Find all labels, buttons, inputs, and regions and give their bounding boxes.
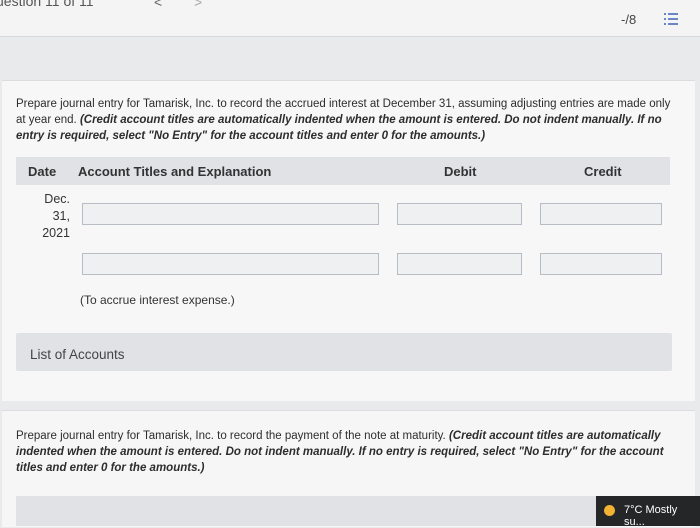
sun-icon bbox=[604, 505, 615, 516]
credit-input-row1[interactable] bbox=[540, 203, 662, 225]
part2-prompt: Prepare journal entry for Tamarisk, Inc.… bbox=[16, 428, 684, 476]
previous-question-button[interactable]: < bbox=[154, 0, 162, 10]
part2-prompt-text: Prepare journal entry for Tamarisk, Inc.… bbox=[16, 430, 446, 442]
taskbar-weather[interactable]: 7°C Mostly su... bbox=[596, 496, 700, 528]
date-year: 2021 bbox=[42, 226, 70, 240]
account-title-input-row2[interactable] bbox=[82, 253, 379, 275]
next-question-button[interactable]: > bbox=[194, 0, 202, 10]
journal-table-header: Date Account Titles and Explanation Debi… bbox=[16, 157, 670, 185]
column-account-titles: Account Titles and Explanation bbox=[78, 164, 272, 179]
entry-explanation: (To accrue interest expense.) bbox=[80, 293, 235, 307]
date-day: 31, bbox=[52, 209, 70, 223]
column-date: Date bbox=[28, 164, 57, 179]
column-debit: Debit bbox=[444, 164, 477, 179]
score: -/8 bbox=[621, 12, 637, 27]
date-month: Dec. bbox=[44, 192, 70, 206]
question-counter: uestion 11 of 11 bbox=[0, 0, 94, 9]
debit-input-row1[interactable] bbox=[397, 203, 522, 225]
part1-prompt: Prepare journal entry for Tamarisk, Inc.… bbox=[16, 96, 671, 144]
top-bar: uestion 11 of 11 < > -/8 bbox=[0, 0, 700, 37]
column-credit: Credit bbox=[584, 164, 622, 179]
list-of-accounts-button[interactable]: List of Accounts bbox=[16, 333, 672, 371]
entry-date: Dec. 31, 2021 bbox=[30, 191, 70, 242]
part1-instructions: (Credit account titles are automatically… bbox=[16, 114, 662, 142]
part2-table-header bbox=[16, 496, 686, 526]
list-icon[interactable] bbox=[664, 12, 678, 26]
debit-input-row2[interactable] bbox=[397, 253, 522, 275]
list-of-accounts-label: List of Accounts bbox=[30, 347, 125, 362]
weather-text: 7°C Mostly su... bbox=[624, 504, 678, 528]
account-title-input-row1[interactable] bbox=[82, 203, 379, 225]
credit-input-row2[interactable] bbox=[540, 253, 662, 275]
